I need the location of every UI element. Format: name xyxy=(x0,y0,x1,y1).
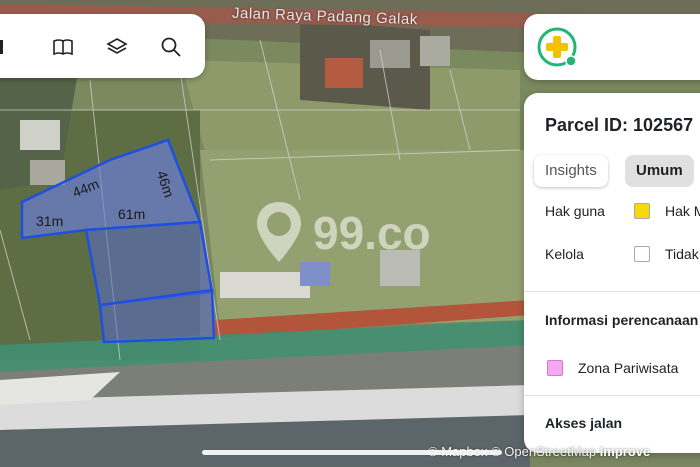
divider xyxy=(524,291,700,292)
panel-tabs: Insights Umum xyxy=(534,155,700,189)
row-label-kelola: Kelola xyxy=(545,246,584,262)
zone-label: Zona Pariwisata xyxy=(578,360,679,376)
row-value-kelola: Tidak xyxy=(665,246,699,262)
search-icon[interactable] xyxy=(160,36,182,58)
divider xyxy=(524,395,700,396)
book-icon[interactable] xyxy=(52,36,74,58)
layers-icon[interactable] xyxy=(106,36,128,58)
row-label-hak-guna: Hak guna xyxy=(545,203,605,219)
dimension-label: 31m xyxy=(36,213,64,229)
osm-attribution[interactable]: © OpenStreetMap xyxy=(491,444,596,459)
road-access-title: Akses jalan xyxy=(545,415,623,431)
improve-link[interactable]: Improve xyxy=(600,444,651,459)
brand-watermark: 99.co xyxy=(255,198,445,268)
color-swatch xyxy=(634,203,650,219)
menu-icon[interactable] xyxy=(0,36,16,58)
planning-section-title: Informasi perencanaan xyxy=(545,312,699,328)
tab-umum[interactable]: Umum xyxy=(625,155,694,187)
watermark-text: 99.co xyxy=(313,207,431,259)
map-toolbar xyxy=(0,14,205,78)
color-swatch xyxy=(634,246,650,262)
parcel-info-panel: Parcel ID: 102567 Insights Umum Hak guna… xyxy=(524,93,700,453)
home-indicator[interactable] xyxy=(202,450,502,455)
row-value-hak-guna: Hak M xyxy=(665,203,700,219)
add-location-card xyxy=(524,14,700,80)
zone-color-swatch xyxy=(547,360,563,376)
tab-insights[interactable]: Insights xyxy=(534,155,608,187)
parcel-id-title: Parcel ID: 102567 xyxy=(545,115,694,135)
dimension-label: 61m xyxy=(118,206,146,222)
add-location-icon[interactable] xyxy=(536,26,578,68)
